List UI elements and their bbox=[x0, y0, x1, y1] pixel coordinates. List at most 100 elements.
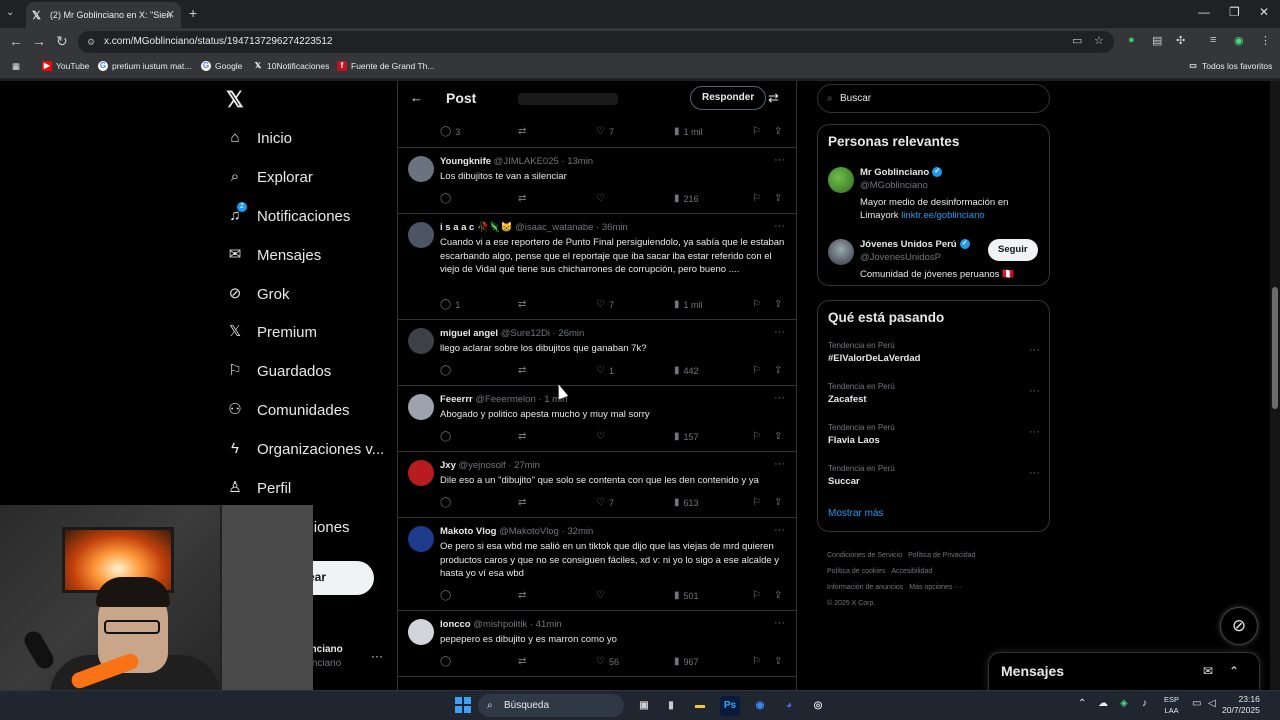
footer-link[interactable]: Más opciones ··· bbox=[909, 584, 961, 591]
bookmark-action[interactable]: ⚐ bbox=[752, 126, 765, 137]
repost-action[interactable]: ⇄ bbox=[518, 431, 530, 442]
share-action[interactable]: ⇪ bbox=[774, 299, 786, 310]
reply-action[interactable]: ◯ 3 bbox=[440, 126, 460, 137]
more-icon[interactable]: ··· bbox=[774, 458, 785, 470]
avatar[interactable] bbox=[408, 222, 434, 248]
reply-item[interactable]: Youngknife @JIMLAKE025 · 13min ··· Los dib… bbox=[398, 148, 796, 214]
extensions-puzzle-icon[interactable]: ✣ bbox=[1176, 34, 1185, 47]
restore-icon[interactable]: ❐ bbox=[1229, 5, 1240, 19]
more-icon[interactable]: ··· bbox=[1029, 426, 1040, 438]
page-scrollbar[interactable] bbox=[1270, 81, 1280, 690]
nav-grok[interactable]: ⊘ Grok bbox=[226, 285, 290, 303]
nav-profile[interactable]: ♙ Perfil bbox=[226, 479, 291, 497]
forward-icon[interactable]: → bbox=[32, 33, 46, 49]
views-action[interactable]: ▮ 967 bbox=[674, 656, 699, 667]
grok-button[interactable]: ⊘ bbox=[1220, 607, 1258, 645]
share-action[interactable]: ⇪ bbox=[774, 497, 786, 508]
photoshop-icon[interactable]: Ps bbox=[720, 696, 740, 716]
trend-item[interactable]: Tendencia en Perú Flavia Laos ··· bbox=[828, 423, 1040, 446]
repost-action[interactable]: ⇄ bbox=[518, 126, 530, 137]
bookmark-10notificaciones[interactable]: 𝕏 10Notificaciones bbox=[253, 61, 330, 71]
tray-app-icon[interactable]: ◈ bbox=[1120, 698, 1128, 709]
views-action[interactable]: ▮ 442 bbox=[674, 365, 699, 376]
tab-search-icon[interactable]: ⌄ bbox=[6, 7, 14, 18]
tray-chevron-icon[interactable]: ⌃ bbox=[1078, 698, 1086, 709]
more-icon[interactable]: ··· bbox=[774, 524, 785, 536]
avatar[interactable] bbox=[408, 526, 434, 552]
reply-action[interactable]: ◯ bbox=[440, 656, 455, 667]
share-action[interactable]: ⇪ bbox=[774, 656, 786, 667]
reply-author-name[interactable]: Makoto Vlog bbox=[440, 526, 496, 537]
more-icon[interactable]: ··· bbox=[774, 326, 785, 338]
bookmark-action[interactable]: ⚐ bbox=[752, 193, 765, 204]
profile-avatar-icon[interactable]: ◉ bbox=[1234, 34, 1244, 47]
footer-link[interactable]: Accesibilidad bbox=[891, 568, 932, 575]
close-window-icon[interactable]: ✕ bbox=[1259, 5, 1269, 19]
views-action[interactable]: ▮ 1 mil bbox=[674, 126, 703, 137]
bookmark-fuente[interactable]: f Fuente de Grand Th... bbox=[337, 61, 434, 71]
new-message-icon[interactable]: ✉ bbox=[1203, 664, 1213, 678]
bookmark-youtube[interactable]: ▶ YouTube bbox=[42, 61, 89, 71]
repost-action[interactable]: ⇄ bbox=[518, 365, 530, 376]
bookmark-action[interactable]: ⚐ bbox=[752, 497, 765, 508]
all-bookmarks[interactable]: ▭ Todos los favoritos bbox=[1188, 61, 1272, 71]
avatar[interactable] bbox=[408, 156, 434, 182]
task-view-icon[interactable]: ▣ bbox=[634, 696, 654, 716]
filter-icon[interactable]: ⇄ bbox=[768, 90, 779, 106]
more-icon[interactable]: ··· bbox=[1029, 385, 1040, 397]
show-more-link[interactable]: Mostrar más bbox=[828, 508, 884, 519]
reply-author-name[interactable]: miguel angel bbox=[440, 328, 498, 339]
nav-home[interactable]: ⌂ Inicio bbox=[226, 129, 292, 147]
avatar[interactable] bbox=[828, 167, 854, 193]
avatar[interactable] bbox=[408, 619, 434, 645]
repost-action[interactable]: ⇄ bbox=[518, 590, 530, 601]
share-action[interactable]: ⇪ bbox=[774, 193, 786, 204]
chrome-icon[interactable]: ◉ bbox=[750, 696, 770, 716]
nav-bookmarks[interactable]: ⚐ Guardados bbox=[226, 362, 331, 380]
like-action[interactable]: ♡ 56 bbox=[596, 656, 619, 667]
reply-author-handle[interactable]: @yejnosolf bbox=[459, 460, 506, 471]
bookmark-star-icon[interactable]: ☆ bbox=[1094, 34, 1104, 47]
account-more-icon[interactable]: ··· bbox=[371, 649, 383, 663]
messages-drawer[interactable]: Mensajes ✉ ⌃ bbox=[988, 652, 1260, 690]
reply-item[interactable]: miguel angel @Sure12Di · 26min ··· llego a… bbox=[398, 320, 796, 386]
more-icon[interactable]: ··· bbox=[774, 220, 785, 232]
repost-action[interactable]: ⇄ bbox=[518, 193, 530, 204]
more-icon[interactable]: ··· bbox=[774, 154, 785, 166]
share-action[interactable]: ⇪ bbox=[774, 126, 786, 137]
microphone-icon[interactable]: ♪ bbox=[1142, 698, 1147, 709]
reply-author-handle[interactable]: @mishpolitik bbox=[473, 619, 527, 630]
person-card[interactable]: Jóvenes Unidos Perú ✓ @JovenesUnidosP Com… bbox=[828, 239, 1040, 283]
more-icon[interactable]: ··· bbox=[1029, 467, 1040, 479]
trend-item[interactable]: Tendencia en Perú #ElValorDeLaVerdad ··· bbox=[828, 341, 1040, 364]
like-action[interactable]: ♡ 7 bbox=[596, 299, 614, 310]
views-action[interactable]: ▮ 157 bbox=[674, 431, 699, 442]
avatar[interactable] bbox=[408, 460, 434, 486]
reply-author-name[interactable]: loncco bbox=[440, 619, 471, 630]
reply-item[interactable]: loncco @mishpolitik · 41min ··· pepepero e… bbox=[398, 611, 796, 677]
reply-button[interactable]: Responder bbox=[690, 86, 767, 110]
trend-item[interactable]: Tendencia en Perú Succar ··· bbox=[828, 464, 1040, 487]
footer-link[interactable]: Condiciones de Servicio bbox=[827, 552, 902, 559]
reply-action[interactable]: ◯ bbox=[440, 497, 455, 508]
nav-explore[interactable]: ⌕ Explorar bbox=[226, 168, 313, 186]
site-info-icon[interactable]: ⚙ bbox=[87, 31, 95, 53]
avatar[interactable] bbox=[828, 239, 854, 265]
avatar[interactable] bbox=[408, 394, 434, 420]
discord-icon[interactable]: ◕ bbox=[779, 696, 799, 716]
extension-green-icon[interactable]: ● bbox=[1128, 34, 1135, 46]
menu-kebab-icon[interactable]: ⋮ bbox=[1260, 34, 1271, 47]
views-action[interactable]: ▮ 501 bbox=[674, 590, 699, 601]
repost-action[interactable]: ⇄ bbox=[518, 299, 530, 310]
apps-grid-icon[interactable]: ▦ bbox=[12, 61, 20, 72]
follow-button[interactable]: Seguir bbox=[988, 239, 1038, 261]
back-arrow-icon[interactable]: ← bbox=[410, 90, 423, 105]
views-action[interactable]: ▮ 216 bbox=[674, 193, 699, 204]
like-action[interactable]: ♡ bbox=[596, 590, 609, 601]
volume-icon[interactable]: ◁ bbox=[1208, 698, 1216, 709]
like-action[interactable]: ♡ 7 bbox=[596, 497, 614, 508]
more-icon[interactable]: ··· bbox=[774, 617, 785, 629]
views-action[interactable]: ▮ 1 mil bbox=[674, 299, 703, 310]
reply-action[interactable]: ◯ bbox=[440, 431, 455, 442]
avatar[interactable] bbox=[408, 328, 434, 354]
